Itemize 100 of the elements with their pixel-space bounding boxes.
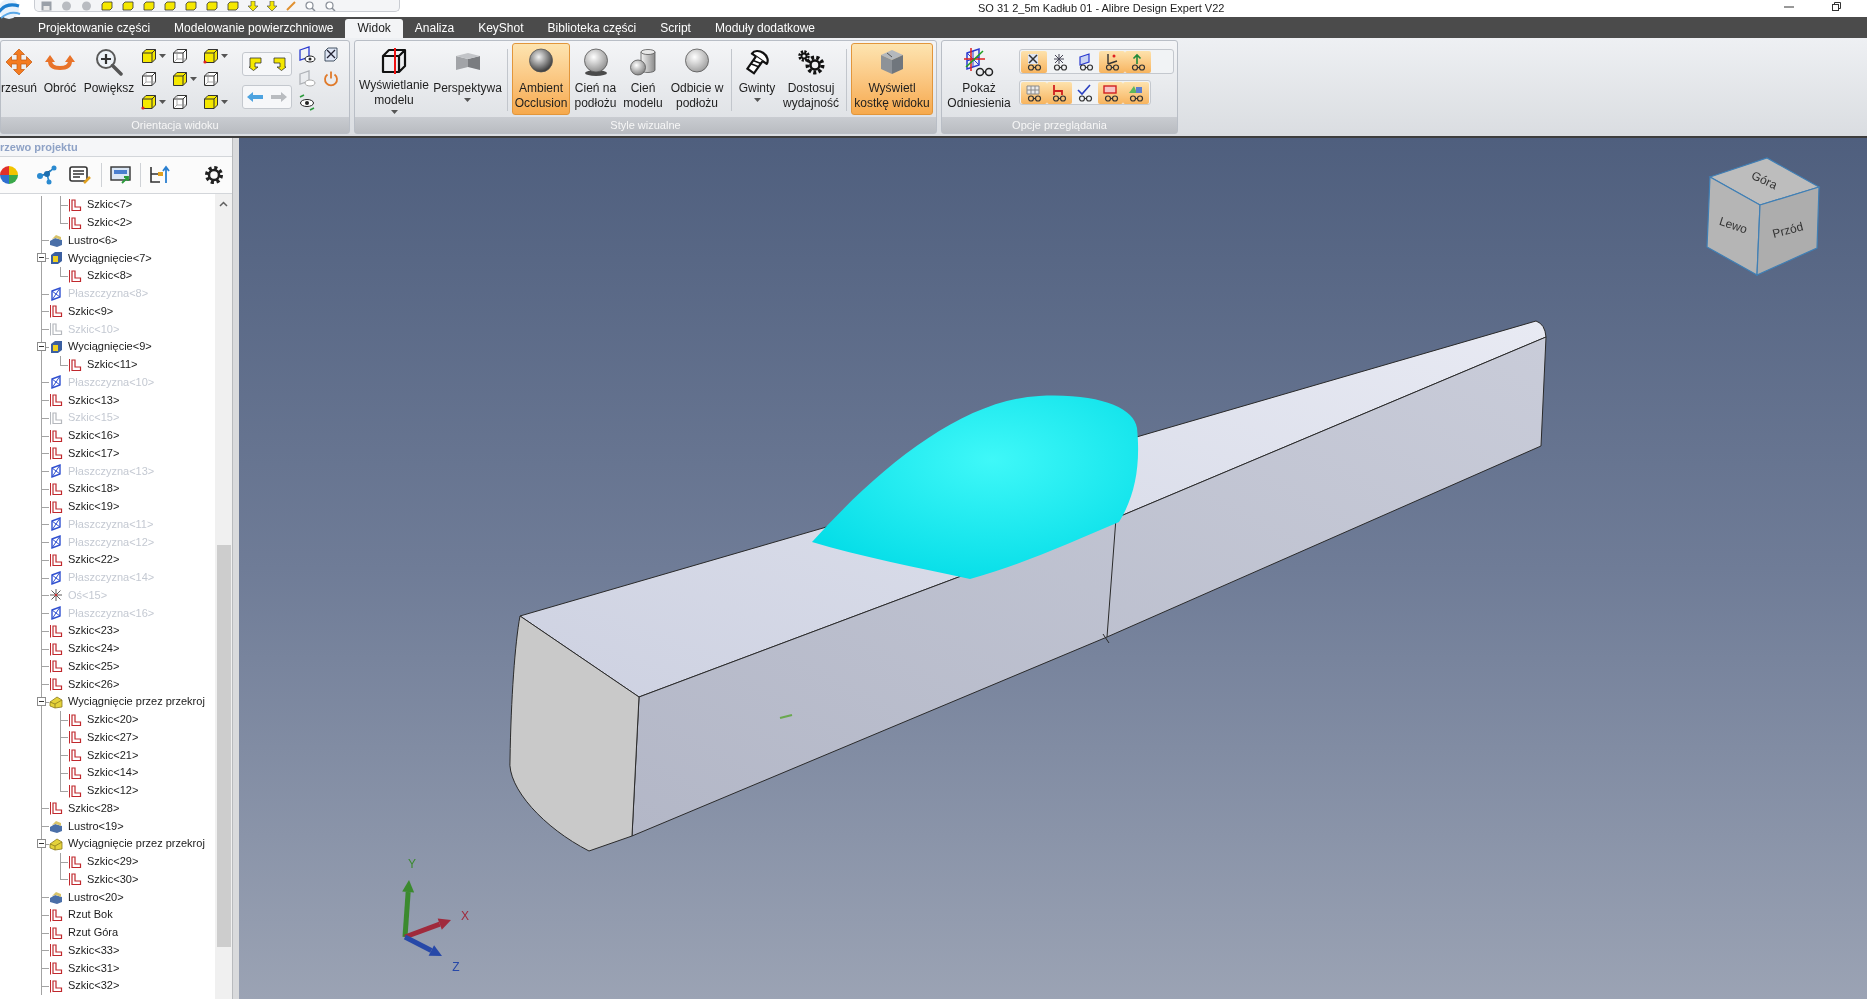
tree-item-label[interactable]: Lustro<20> [68, 890, 124, 904]
magnifier-icon[interactable] [325, 0, 336, 11]
caret-icon[interactable] [159, 100, 166, 105]
ribbon-tab[interactable]: Projektowanie części [26, 19, 163, 38]
collapse-toggle[interactable] [37, 342, 46, 351]
wireframe-cube-icon[interactable] [203, 70, 219, 87]
tree-item-label[interactable]: Szkic<20> [87, 713, 139, 727]
toggle-button[interactable] [1097, 81, 1124, 104]
magnifier-icon[interactable] [305, 0, 316, 11]
tree-item-label[interactable]: Szkic<31> [68, 961, 120, 975]
tree-item-label[interactable]: Szkic<29> [87, 855, 139, 869]
settings-icon[interactable] [204, 165, 224, 185]
tree-item-label[interactable]: Szkic<17> [68, 446, 120, 460]
toggle-button[interactable] [1021, 81, 1047, 104]
cube-icon[interactable] [143, 0, 155, 11]
toggle-button[interactable] [1046, 81, 1073, 104]
tree-item-label[interactable]: Szkic<16> [68, 429, 120, 443]
tree-item-label[interactable]: Szkic<13> [68, 393, 120, 407]
window-arrow-icon[interactable] [110, 165, 132, 185]
ribbon-tab[interactable]: Moduły dodatkowe [702, 19, 828, 38]
ribbon-button[interactable]: Wyświetl kostkę widoku [851, 43, 933, 115]
cube-icon[interactable] [101, 0, 113, 11]
cube-icon[interactable] [172, 70, 188, 87]
ribbon-button[interactable]: Obróć [39, 43, 81, 115]
tree-item-label[interactable]: Szkic<2> [87, 216, 133, 230]
minimize-icon[interactable] [1784, 3, 1794, 11]
tree-item-label[interactable]: Rzut Góra [68, 926, 119, 940]
tree-item-label[interactable]: Lustro<6> [68, 233, 118, 247]
down-arrow-icon[interactable] [267, 0, 277, 11]
ribbon-button[interactable]: Dostosuj wydajność [780, 43, 842, 115]
ribbon-tab[interactable]: Biblioteka części [535, 19, 649, 38]
ribbon-tab[interactable]: Widok [345, 19, 403, 38]
tree-item-label[interactable]: Szkic<32> [68, 979, 120, 993]
color-wheel-icon[interactable] [0, 166, 18, 184]
tree-item-label[interactable]: Wyciągnięcie<9> [68, 340, 152, 354]
cube-icon[interactable] [203, 47, 219, 64]
eye-arrows-icon[interactable] [298, 94, 316, 111]
ribbon-tab[interactable]: Script [648, 19, 703, 38]
tree-item-label[interactable]: Szkic<27> [87, 730, 139, 744]
tree-item-label[interactable]: Szkic<33> [68, 943, 120, 957]
cube-icon[interactable] [141, 94, 157, 111]
tree-item-label[interactable]: Szkic<11> [87, 358, 138, 372]
caret-icon[interactable] [190, 76, 197, 81]
cube-icon[interactable] [185, 0, 197, 11]
cube-icon[interactable] [164, 0, 176, 11]
tree-item-label[interactable]: Szkic<18> [68, 482, 120, 496]
restore-icon[interactable] [1832, 2, 1841, 11]
ribbon-tab[interactable]: Analiza [402, 19, 467, 38]
ribbon-button[interactable]: Odbicie w podłożu [667, 43, 727, 115]
tree-item-label[interactable]: Szkic<28> [68, 801, 120, 815]
power-icon[interactable] [323, 70, 339, 87]
toggle-button[interactable] [1021, 50, 1047, 73]
toggle-button[interactable] [1123, 81, 1149, 104]
ribbon-button[interactable]: Perspektywa [432, 43, 503, 115]
collapse-toggle[interactable] [37, 697, 46, 706]
toggle-button[interactable] [1099, 50, 1125, 73]
view-cube[interactable] [1706, 157, 1821, 276]
tree-item-label[interactable]: Szkic<30> [87, 872, 139, 886]
wireframe-cube-icon[interactable] [141, 70, 157, 87]
tree-item-label[interactable]: Szkic<9> [68, 304, 114, 318]
collapse-toggle[interactable] [37, 839, 46, 848]
caret-icon[interactable] [390, 110, 398, 114]
ribbon-button[interactable]: Pokaż Odniesienia [945, 43, 1013, 115]
tree-item-label[interactable]: Szkic<26> [68, 677, 120, 691]
toggle-button[interactable] [1125, 50, 1151, 73]
tree-item-label[interactable]: Szkic<24> [68, 642, 120, 656]
collapse-toggle[interactable] [37, 253, 46, 263]
caret-icon[interactable] [221, 100, 228, 105]
nodes-icon[interactable] [36, 165, 58, 185]
ribbon-button[interactable]: Cień na podłożu [572, 43, 619, 115]
caret-icon[interactable] [159, 53, 166, 58]
ribbon-tab[interactable]: KeyShot [466, 19, 536, 38]
tree-item-label[interactable]: Szkic<25> [68, 659, 120, 673]
wireframe-cube-icon[interactable] [172, 94, 188, 111]
ribbon-button[interactable]: Cień modelu [621, 43, 665, 115]
ribbon-button[interactable]: Gwinty [736, 43, 778, 115]
cube-icon[interactable] [206, 0, 218, 11]
cube-icon[interactable] [227, 0, 239, 11]
ribbon-button[interactable]: Ambient Occlusion [512, 43, 570, 115]
tree-item-label[interactable]: Szkic<14> [87, 766, 139, 780]
left-arrow-icon[interactable] [247, 92, 263, 102]
ribbon-button[interactable]: Wyświetlanie modelu [358, 43, 430, 115]
down-arrow-icon[interactable] [248, 0, 258, 11]
cube-icon[interactable] [141, 47, 157, 64]
scrollbar-thumb[interactable] [216, 545, 231, 947]
chevron-up-icon[interactable] [219, 201, 228, 207]
turn-arrow-icon[interactable] [248, 57, 262, 71]
wireframe-cube-icon[interactable] [172, 47, 188, 64]
cube-icon[interactable] [122, 0, 134, 11]
x-cube-icon[interactable] [323, 46, 339, 63]
turn-arrow-icon[interactable] [272, 57, 286, 71]
tree-item-label[interactable]: Szkic<12> [87, 784, 139, 798]
caret-icon[interactable] [221, 53, 228, 58]
tree-item-label[interactable]: Wyciągnięcie przez przekroj [68, 695, 205, 709]
tree-item-label[interactable]: Szkic<7> [87, 198, 133, 212]
ribbon-tab[interactable]: Modelowanie powierzchniowe [162, 19, 346, 38]
tree-item-label[interactable]: Szkic<21> [87, 748, 139, 762]
tree-item-label[interactable]: Wyciągnięcie<7> [68, 251, 152, 265]
caret-icon[interactable] [464, 98, 471, 102]
caret-icon[interactable] [753, 98, 761, 102]
